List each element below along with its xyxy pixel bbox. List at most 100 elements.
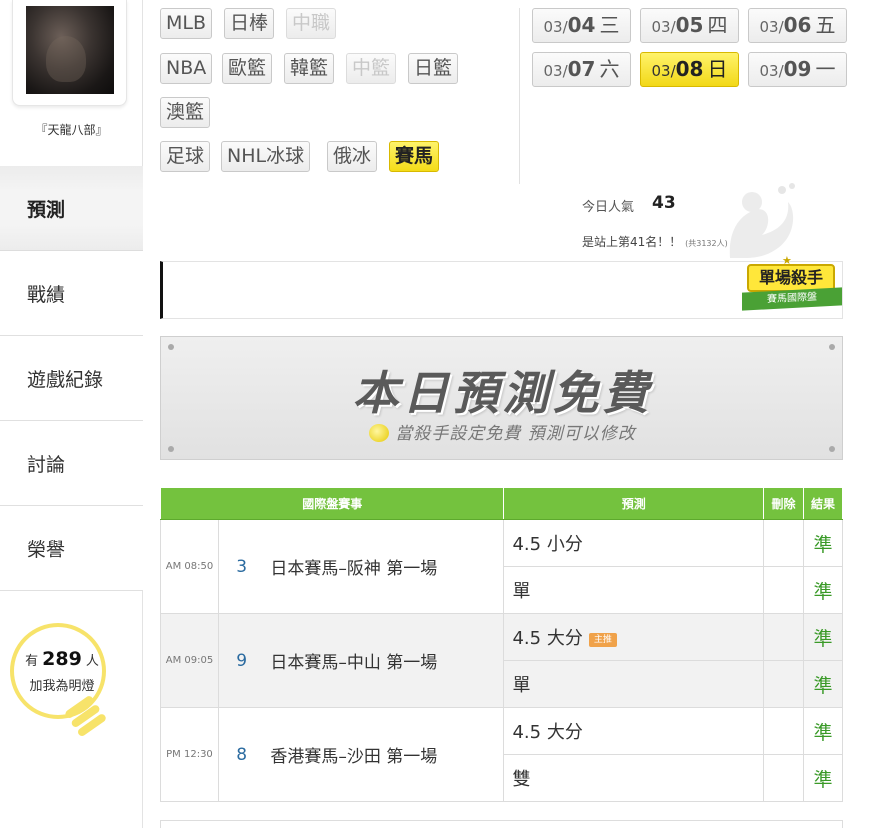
nav-item-game-log[interactable]: 遊戲紀錄 [0,336,143,421]
date-button[interactable]: 03/09 一 [748,52,847,87]
prediction-text: 4.5 大分 [512,628,583,649]
screw-icon [168,446,174,452]
lightbulb-icon [369,424,390,442]
date-day: 09 [783,57,812,81]
date-month: 03/ [651,18,676,36]
sport-tag-soccer[interactable]: 足球 [160,141,211,172]
prediction-value: 4.5 大分 主推 [503,613,765,661]
site-rank-text: 是站上第41名！！ [582,235,682,249]
delete-cell [763,519,804,567]
avatar[interactable] [26,6,114,94]
event-name[interactable]: 日本賽馬–阪神 第一場 [264,519,505,614]
date-month: 03/ [759,18,784,36]
date-day: 05 [675,13,704,37]
date-weekday: 五 [815,13,836,37]
single-game-killer-badge: ★ 單場殺手 賽馬國際盤 [742,254,842,318]
prediction-value: 4.5 小分 [503,519,765,567]
popularity-value: 43 [652,193,676,213]
followers-suffix: 人 [85,654,99,669]
follow-me-link[interactable]: 加我為明燈 [10,675,114,694]
avatar-card[interactable] [12,0,127,106]
sport-tag-khl[interactable]: 俄冰 [327,141,378,172]
result-value: 準 [802,613,844,661]
master-pick-badge: 主推 [588,633,617,647]
header-prediction: 預測 [503,487,765,520]
nav-item-discussion[interactable]: 討論 [0,421,143,506]
nav-item-honors[interactable]: 榮譽 [0,506,143,591]
game-time: AM 08:50 [160,519,219,614]
nav-item-record[interactable]: 戰績 [0,251,143,336]
free-banner-subtitle-text: 當殺手設定免費 預測可以修改 [395,424,636,444]
game-time: PM 12:30 [160,707,219,802]
sidebar: 『天龍八部』 預測 戰績 遊戲紀錄 討論 榮譽 有 289 人 加我為明燈 [0,0,143,828]
sport-tag-mlb[interactable]: MLB [160,8,213,39]
date-day: 08 [675,57,704,81]
result-value: 準 [802,519,844,567]
date-button[interactable]: 03/05 四 [640,8,739,43]
nav-label: 遊戲紀錄 [27,368,104,391]
game-number: 3 [217,519,265,614]
site-rank-total: (共3132人) [685,239,728,248]
result-value: 準 [802,660,844,708]
delete-cell [763,707,804,755]
event-name[interactable]: 日本賽馬–中山 第一場 [264,613,505,708]
prediction-value: 雙 [503,754,765,802]
table-row: AM 09:05 9 日本賽馬–中山 第一場 4.5 大分 主推 準 [160,613,844,708]
date-button[interactable]: 03/04 三 [532,8,631,43]
nav-label: 榮譽 [27,538,66,561]
sport-tag-korean-basketball[interactable]: 韓籃 [284,53,335,84]
date-day: 06 [783,13,812,37]
sport-tag-horse-racing[interactable]: 賽馬 [389,141,440,172]
nav-item-predictions[interactable]: 預測 [0,166,143,251]
date-day: 07 [567,57,596,81]
date-button[interactable]: 03/06 五 [748,8,847,43]
header-result: 結果 [802,487,844,520]
followers-prefix: 有 [25,654,39,669]
sport-tag-euro-basketball[interactable]: 歐籃 [222,53,273,84]
result-value: 準 [802,754,844,802]
free-banner-subtitle: 當殺手設定免費 預測可以修改 [161,419,844,444]
delete-cell [763,754,804,802]
followers-count[interactable]: 有 289 人 [10,648,114,670]
sport-tag-aus-basketball[interactable]: 澳籃 [160,97,211,128]
sport-tag-nba[interactable]: NBA [160,53,213,84]
screw-icon [168,344,174,350]
game-time: AM 09:05 [160,613,219,708]
date-month: 03/ [759,62,784,80]
divider [519,8,520,184]
badge-subtitle: 賽馬國際盤 [742,287,842,311]
sport-tag-nhl[interactable]: NHL冰球 [221,141,311,172]
date-month: 03/ [543,62,568,80]
header-event: 國際盤賽事 [159,487,505,520]
date-button-selected[interactable]: 03/08 日 [640,52,739,87]
screw-icon [829,344,835,350]
date-button[interactable]: 03/07 六 [532,52,631,87]
sport-tag-npb[interactable]: 日棒 [224,8,275,39]
side-nav: 預測 戰績 遊戲紀錄 討論 榮譽 [0,166,143,591]
sport-tag-japan-basketball[interactable]: 日籃 [408,53,459,84]
date-weekday: 六 [599,57,620,81]
game-number: 8 [217,707,265,802]
free-banner-title: 本日預測免費 [352,366,653,420]
header-delete: 刪除 [763,487,804,520]
sport-tag-chinese-basketball: 中籃 [346,53,397,84]
table-row: AM 08:50 3 日本賽馬–阪神 第一場 4.5 小分 準 [160,519,844,614]
date-month: 03/ [651,62,676,80]
popularity-label: 今日人氣 [582,200,635,215]
followers-number: 289 [42,648,82,670]
nav-label: 戰績 [27,283,66,306]
delete-cell [763,613,804,661]
event-name[interactable]: 香港賽馬–沙田 第一場 [264,707,505,802]
username[interactable]: 『天龍八部』 [0,121,143,138]
prediction-value: 單 [503,566,765,614]
date-month: 03/ [543,18,568,36]
date-weekday: 三 [599,13,620,37]
prediction-value: 4.5 大分 [503,707,765,755]
free-prediction-banner: 本日預測免費 當殺手設定免費 預測可以修改 [160,336,843,460]
sport-tag-cpbl: 中職 [286,8,337,39]
date-weekday: 一 [815,57,836,81]
date-weekday: 四 [707,13,728,37]
result-value: 準 [802,707,844,755]
prediction-value: 單 [503,660,765,708]
nav-label: 討論 [27,453,66,476]
